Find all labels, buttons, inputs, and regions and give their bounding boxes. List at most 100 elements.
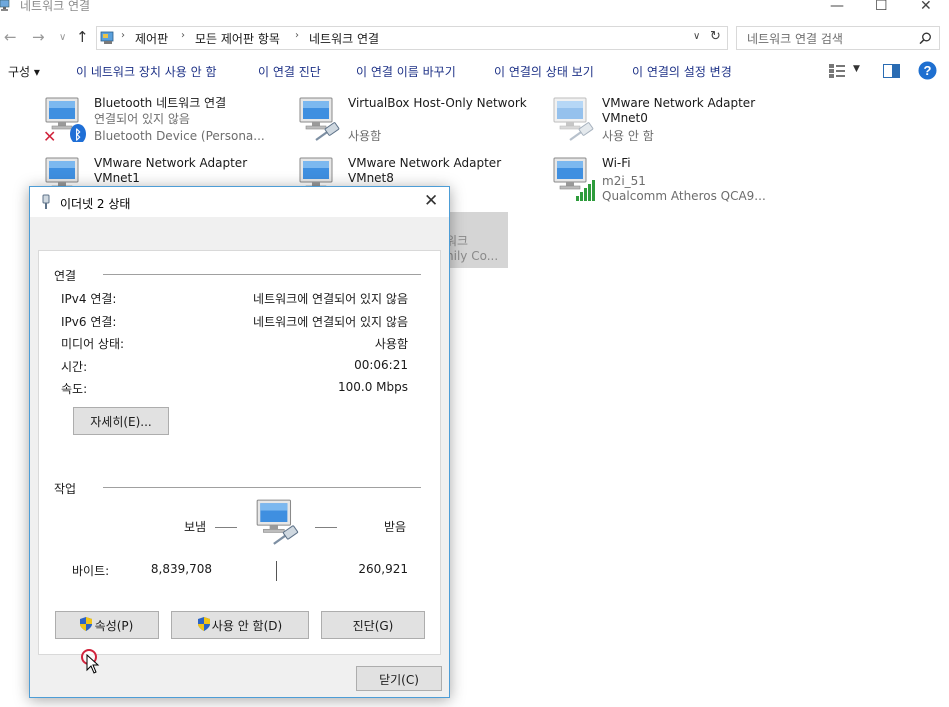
preview-pane-icon[interactable] — [883, 64, 900, 78]
speed-value: 100.0 Mbps — [337, 380, 408, 394]
connection-status: 사용 안 함 — [602, 129, 654, 143]
general-tab-panel: 연결 IPv4 연결: 네트워크에 연결되어 있지 않음 IPv6 연결: 네트… — [38, 250, 441, 655]
received-line — [315, 527, 337, 528]
connection-item-virtualbox[interactable]: VirtualBox Host-Only Network 사용함 — [296, 96, 536, 148]
connection-name: VMware Network Adapter VMnet0 — [602, 96, 756, 125]
connection-item-wifi[interactable]: Wi-Fi m2i_51 Qualcomm Atheros QCA9... — [550, 156, 790, 208]
details-button[interactable]: 자세히(E)... — [73, 407, 169, 435]
up-icon[interactable]: ↑ — [76, 28, 89, 46]
diagnose-command[interactable]: 이 연결 진단 — [258, 63, 321, 80]
title-bar: 네트워크 연결 — ☐ ✕ — [0, 0, 949, 18]
close-icon[interactable]: ✕ — [920, 0, 932, 14]
close-button-label: 닫기(C) — [379, 673, 419, 687]
close-button[interactable]: 닫기(C) — [356, 666, 442, 691]
address-bar[interactable]: › 제어판 › 모든 제어판 항목 › 네트워크 연결 ∨ ↻ — [96, 26, 728, 50]
breadcrumb-separator-icon: › — [181, 30, 185, 41]
connection-name: VMware Network Adapter VMnet1 — [94, 156, 248, 185]
ethernet-adapter-icon — [299, 97, 341, 142]
connection-section-title: 연결 — [54, 269, 77, 283]
breadcrumb-separator-icon: › — [295, 30, 299, 41]
connection-status: 사용함 — [348, 129, 382, 143]
section-divider — [103, 487, 421, 488]
diagnose-button[interactable]: 진단(G) — [321, 611, 425, 639]
bytes-divider — [276, 561, 277, 581]
connection-name: Wi-Fi — [602, 156, 631, 170]
view-status-command[interactable]: 이 연결의 상태 보기 — [494, 63, 594, 80]
bytes-label: 바이트: — [72, 564, 110, 578]
duration-value: 00:06:21 — [354, 358, 408, 372]
svg-text:?: ? — [924, 63, 932, 78]
bytes-sent-value: 8,839,708 — [150, 562, 212, 576]
ipv6-value: 네트워크에 연결되어 있지 않음 — [253, 315, 408, 329]
diagnose-button-label: 진단(G) — [352, 619, 394, 633]
svg-text:ᛒ: ᛒ — [74, 128, 82, 142]
breadcrumb-separator-icon: › — [121, 30, 125, 41]
ipv4-label: IPv4 연결: — [61, 292, 117, 306]
dialog-title: 이더넷 2 상태 — [60, 197, 131, 211]
view-dropdown-icon[interactable]: ▼ — [853, 64, 860, 74]
connection-ssid: m2i_51 — [602, 174, 646, 188]
minimize-icon[interactable]: — — [830, 0, 844, 14]
speed-label: 속도: — [61, 382, 88, 396]
view-options-icon[interactable] — [829, 64, 845, 78]
duration-label: 시간: — [61, 360, 88, 374]
search-input[interactable]: 네트워크 연결 검색 — [736, 26, 940, 50]
connection-status: 연결되어 있지 않음 — [94, 112, 190, 126]
connection-name: VirtualBox Host-Only Network — [348, 96, 527, 110]
connection-device-fragment: nily Co... — [446, 249, 499, 263]
mouse-pointer-icon — [86, 654, 100, 674]
disable-button[interactable]: 사용 안 함(D) — [171, 611, 309, 639]
details-button-label: 자세히(E)... — [90, 415, 152, 429]
maximize-icon[interactable]: ☐ — [875, 0, 888, 14]
connection-item-bluetooth[interactable]: ✕ ᛒ Bluetooth 네트워크 연결 연결되어 있지 않음 Bluetoo… — [42, 96, 282, 148]
network-activity-icon — [256, 499, 300, 546]
wifi-adapter-icon — [553, 157, 595, 201]
connection-name: Bluetooth 네트워크 연결 — [94, 96, 227, 110]
media-state-value: 사용함 — [374, 337, 408, 351]
ethernet-status-dialog: 이더넷 2 상태 ✕ 연결 IPv4 연결: 네트워크에 연결되어 있지 않음 … — [29, 186, 450, 698]
search-placeholder: 네트워크 연결 검색 — [747, 32, 843, 46]
dialog-close-icon[interactable]: ✕ — [424, 191, 438, 211]
back-icon[interactable]: ← — [4, 28, 17, 46]
recent-dropdown-icon[interactable]: ∨ — [59, 32, 66, 43]
selected-connection-item[interactable]: 워크 nily Co... — [440, 212, 508, 268]
address-row: ← → ∨ ↑ › 제어판 › 모든 제어판 항목 › 네트워크 연결 ∨ ↻ … — [0, 26, 949, 52]
media-state-label: 미디어 상태: — [61, 337, 125, 351]
bluetooth-network-icon: ✕ ᛒ — [43, 97, 86, 142]
command-bar: 구성 ▾ 이 네트워크 장치 사용 안 함 이 연결 진단 이 연결 이름 바꾸… — [0, 58, 949, 84]
ipv6-label: IPv6 연결: — [61, 315, 117, 329]
address-dropdown-icon[interactable]: ∨ — [693, 31, 700, 42]
network-connections-icon — [0, 0, 10, 11]
help-icon[interactable]: ? — [918, 61, 937, 80]
properties-button[interactable]: 속성(P) — [55, 611, 159, 639]
breadcrumb-all-items[interactable]: 모든 제어판 항목 — [195, 30, 280, 47]
activity-section-title: 작업 — [54, 482, 77, 496]
ethernet-plug-icon — [42, 194, 50, 209]
svg-text:✕: ✕ — [43, 127, 56, 142]
control-panel-icon — [100, 31, 114, 44]
organize-menu[interactable]: 구성 ▾ — [8, 63, 40, 80]
ipv4-value: 네트워크에 연결되어 있지 않음 — [253, 292, 408, 306]
properties-button-label: 속성(P) — [94, 619, 134, 633]
dialog-title-bar: 이더넷 2 상태 ✕ — [30, 187, 449, 217]
window-title: 네트워크 연결 — [20, 0, 91, 13]
breadcrumb-network-connections[interactable]: 네트워크 연결 — [309, 30, 379, 47]
rename-command[interactable]: 이 연결 이름 바꾸기 — [356, 63, 456, 80]
connection-device: Bluetooth Device (Persona... — [94, 129, 265, 143]
forward-icon[interactable]: → — [32, 28, 45, 46]
ethernet-adapter-icon — [553, 97, 595, 142]
received-label: 받음 — [384, 520, 407, 534]
connection-item-vmnet0[interactable]: VMware Network Adapter VMnet0 사용 안 함 — [550, 96, 790, 148]
sent-line — [215, 527, 237, 528]
search-icon[interactable] — [919, 32, 932, 45]
disable-device-command[interactable]: 이 네트워크 장치 사용 안 함 — [76, 63, 217, 80]
disable-button-label: 사용 안 함(D) — [211, 619, 283, 633]
bytes-received-value: 260,921 — [358, 562, 408, 576]
breadcrumb-control-panel[interactable]: 제어판 — [135, 30, 168, 47]
section-divider — [103, 274, 421, 275]
sent-label: 보냄 — [184, 520, 207, 534]
change-settings-command[interactable]: 이 연결의 설정 변경 — [632, 63, 732, 80]
connection-name: VMware Network Adapter VMnet8 — [348, 156, 502, 185]
refresh-icon[interactable]: ↻ — [710, 29, 721, 44]
connection-device: Qualcomm Atheros QCA9... — [602, 189, 766, 203]
